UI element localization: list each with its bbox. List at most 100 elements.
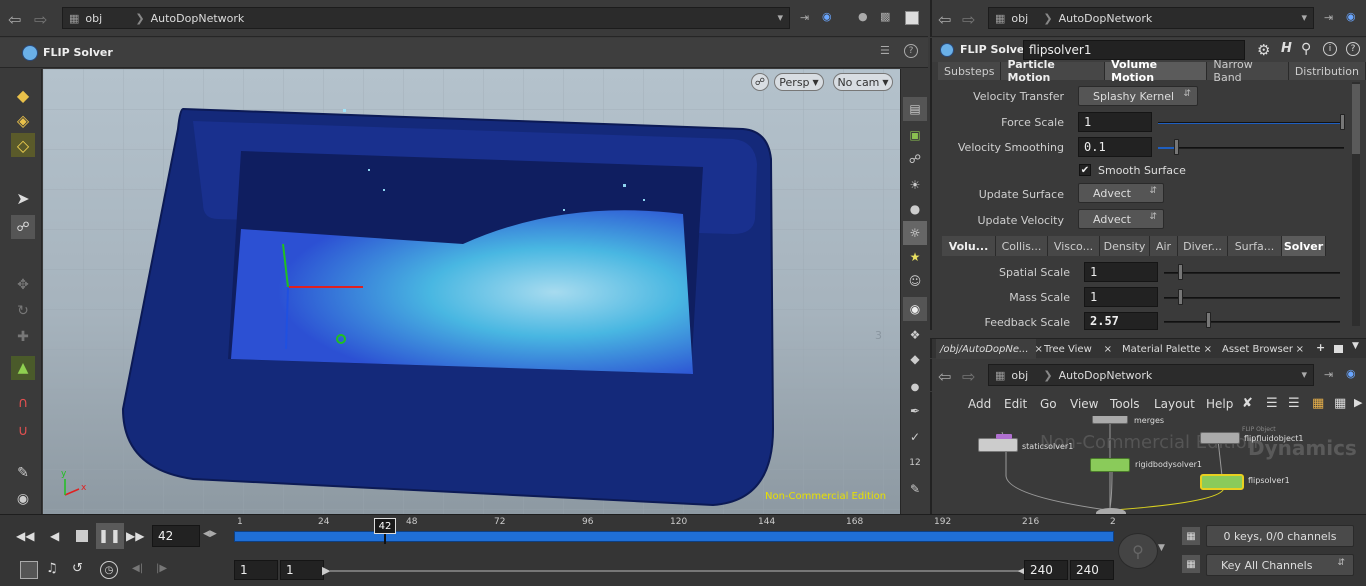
- frame-count-icon[interactable]: 12: [903, 451, 927, 475]
- camera-menu[interactable]: No cam ▼: [833, 73, 893, 91]
- geometry-mode-icon[interactable]: ◇: [11, 133, 35, 157]
- realtime-icon[interactable]: [20, 561, 38, 579]
- link-icon[interactable]: ◉: [1346, 10, 1356, 23]
- object-mode-icon[interactable]: ◈: [11, 108, 35, 132]
- subtab-volume[interactable]: Volu...: [942, 236, 996, 256]
- path-root[interactable]: obj: [85, 12, 135, 25]
- lock-icon[interactable]: ☍: [11, 215, 35, 239]
- magnet-icon[interactable]: ∪: [11, 419, 35, 443]
- loop-icon[interactable]: ↺: [72, 561, 83, 576]
- forward-arrow-icon[interactable]: ⇨: [962, 10, 975, 29]
- keyframe-wheel[interactable]: ⚲: [1118, 533, 1158, 569]
- mass-scale-field[interactable]: 1: [1084, 287, 1158, 307]
- mass-scale-knob[interactable]: [1178, 289, 1183, 305]
- pin-icon[interactable]: ⇥: [1324, 11, 1333, 24]
- gear-icon[interactable]: ⚙: [1257, 41, 1270, 59]
- menu-layout[interactable]: Layout: [1154, 397, 1195, 411]
- range-slider-track[interactable]: [330, 570, 1022, 572]
- chevron-down-icon[interactable]: ▾: [1301, 368, 1307, 381]
- frame-marker[interactable]: 42: [374, 518, 396, 534]
- bulb-icon[interactable]: ☼: [903, 221, 927, 245]
- rigidbodysolver-node[interactable]: [1090, 458, 1130, 472]
- light-icon[interactable]: ☀: [903, 173, 927, 197]
- tab-particle-motion[interactable]: Particle Motion: [1001, 58, 1106, 84]
- key-all-select[interactable]: Key All Channels ⇵: [1206, 554, 1354, 576]
- grid-icon[interactable]: ▦: [1334, 396, 1346, 411]
- flipfluidobject-node[interactable]: [1200, 432, 1240, 444]
- path-network[interactable]: AutoDopNetwork: [151, 12, 245, 25]
- maximize-icon[interactable]: [1334, 345, 1343, 353]
- play-reverse-icon[interactable]: ◀: [50, 529, 59, 543]
- chevron-down-icon[interactable]: ▾: [777, 11, 783, 24]
- close-icon[interactable]: ×: [1204, 344, 1212, 355]
- subtab-viscosity[interactable]: Visco...: [1048, 236, 1100, 256]
- sphere-icon[interactable]: ●: [903, 197, 927, 221]
- velocity-smoothing-field[interactable]: 0.1: [1078, 137, 1152, 157]
- params-scrollbar[interactable]: [1352, 82, 1360, 326]
- network-path-field[interactable]: ▦ obj ❯ AutoDopNetwork ▾: [988, 364, 1314, 386]
- feedback-scale-knob[interactable]: [1206, 312, 1211, 328]
- paint-icon[interactable]: ✎: [903, 477, 927, 501]
- chevron-down-icon[interactable]: ▼: [1158, 543, 1165, 553]
- expand-icon[interactable]: ▶: [1354, 396, 1362, 409]
- forward-arrow-icon[interactable]: ⇨: [962, 367, 975, 386]
- menu-add[interactable]: Add: [968, 397, 991, 411]
- subtab-density[interactable]: Density: [1100, 236, 1150, 256]
- back-arrow-icon[interactable]: ⇦: [8, 10, 21, 29]
- help-icon[interactable]: ?: [1346, 42, 1360, 56]
- pointer-icon[interactable]: ➤: [11, 186, 35, 210]
- subtab-divergence[interactable]: Diver...: [1178, 236, 1228, 256]
- scale-icon[interactable]: ✚: [11, 325, 35, 349]
- feedback-scale-field[interactable]: 2.57: [1084, 312, 1158, 330]
- tab-narrow-band[interactable]: Narrow Band: [1207, 58, 1289, 84]
- back-arrow-icon[interactable]: ⇦: [938, 10, 951, 29]
- range-end2-field[interactable]: 240: [1070, 560, 1114, 580]
- tab-substeps[interactable]: Substeps: [938, 62, 1002, 80]
- back-arrow-icon[interactable]: ⇦: [938, 367, 951, 386]
- search-icon[interactable]: ⚲: [1301, 41, 1311, 57]
- menu-tools[interactable]: Tools: [1110, 397, 1140, 411]
- network-editor[interactable]: Non-Commercial Edition Dynamics merges s…: [930, 416, 1366, 514]
- chevron-down-icon[interactable]: ▾: [1301, 11, 1307, 24]
- timeline-track[interactable]: [234, 531, 1114, 542]
- subtab-surface[interactable]: Surfa...: [1228, 236, 1282, 256]
- menu-edit[interactable]: Edit: [1004, 397, 1027, 411]
- path-root[interactable]: obj: [1011, 369, 1043, 382]
- feedback-scale-slider[interactable]: [1164, 321, 1340, 323]
- spatial-scale-slider[interactable]: [1164, 272, 1340, 274]
- close-icon[interactable]: ×: [1296, 344, 1304, 355]
- snapshot-icon[interactable]: ◉: [903, 297, 927, 321]
- next-key-icon[interactable]: |▶: [156, 563, 167, 574]
- dot-icon[interactable]: ●: [903, 375, 927, 399]
- rotate-icon[interactable]: ↻: [11, 299, 35, 323]
- close-icon[interactable]: ×: [1104, 344, 1112, 355]
- viewport-path-field[interactable]: ▦ obj ❯ AutoDopNetwork ▾: [62, 7, 790, 29]
- force-scale-field[interactable]: 1: [1078, 112, 1152, 132]
- camera-icon[interactable]: ◆: [903, 347, 927, 371]
- path-root[interactable]: obj: [1011, 12, 1043, 25]
- pause-button[interactable]: ❚❚: [96, 523, 124, 549]
- ghost-icon[interactable]: ☺: [903, 269, 927, 293]
- force-scale-knob[interactable]: [1340, 114, 1345, 130]
- help-icon[interactable]: ?: [904, 44, 918, 58]
- visualize-icon[interactable]: ❖: [903, 323, 927, 347]
- tab-material-palette[interactable]: Material Palette ×: [1118, 339, 1214, 359]
- step-back-icon[interactable]: ◀▶: [203, 529, 217, 539]
- tree-icon[interactable]: ☰: [1266, 396, 1278, 411]
- subtab-solver[interactable]: Solver: [1282, 236, 1326, 256]
- persp-menu[interactable]: Persp ▼: [774, 73, 824, 91]
- tab-volume-motion[interactable]: Volume Motion: [1105, 58, 1208, 84]
- headlight-icon[interactable]: ★: [903, 245, 927, 269]
- pin-icon[interactable]: ⇥: [800, 11, 809, 24]
- link-icon[interactable]: ◉: [1346, 367, 1356, 380]
- audio-icon[interactable]: ♫: [46, 561, 58, 576]
- jump-end-icon[interactable]: ▶▶: [126, 529, 144, 543]
- update-surface-select[interactable]: Advect ⇵: [1078, 183, 1164, 203]
- range-start-field[interactable]: 1: [234, 560, 278, 580]
- params-path-field[interactable]: ▦ obj ❯ AutoDopNetwork ▾: [988, 7, 1314, 29]
- move-icon[interactable]: ✥: [11, 273, 35, 297]
- subtab-air[interactable]: Air: [1150, 236, 1178, 256]
- flipsolver-node[interactable]: [1200, 474, 1244, 490]
- pose-icon[interactable]: ✎: [11, 461, 35, 485]
- viewport-3d[interactable]: x y 3 ☍ Persp ▼ No cam ▼ Non-Commercial …: [43, 69, 900, 514]
